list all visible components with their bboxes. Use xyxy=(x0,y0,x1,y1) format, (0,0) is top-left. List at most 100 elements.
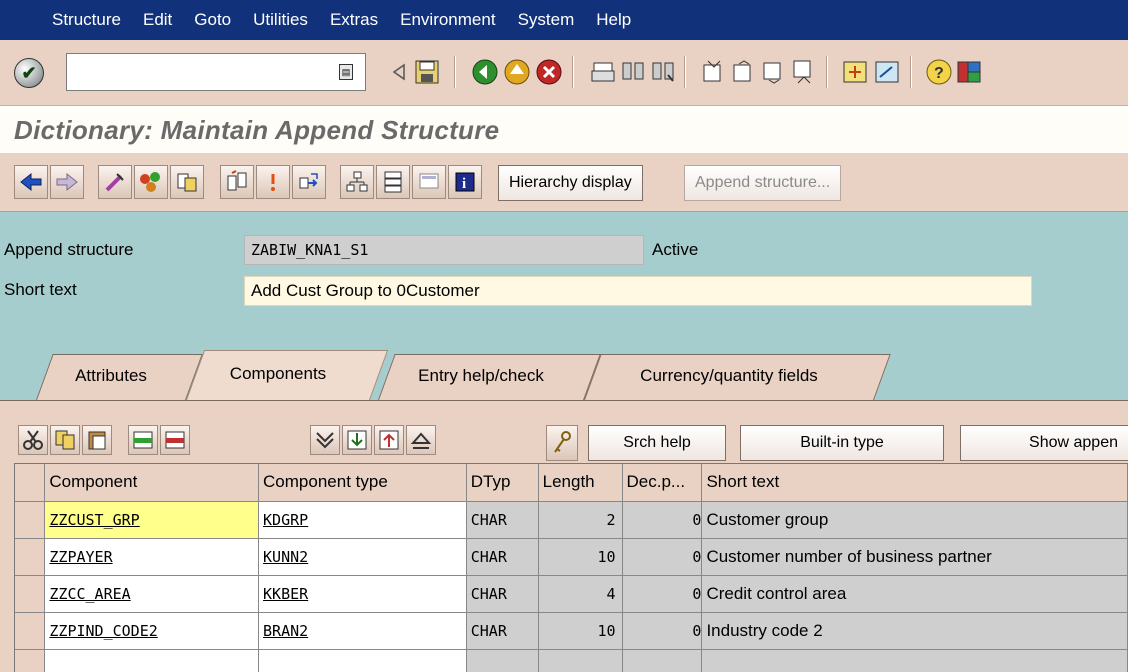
show-append-button[interactable]: Show appen xyxy=(960,425,1128,461)
hierarchy-display-button[interactable]: Hierarchy display xyxy=(498,165,643,201)
tab-attributes[interactable]: Attributes xyxy=(36,354,203,400)
length-cell: 10 xyxy=(538,612,623,650)
other-object-icon[interactable] xyxy=(170,165,204,199)
component-cell[interactable] xyxy=(44,649,260,672)
length-cell: 4 xyxy=(538,575,623,613)
append-structure-button[interactable]: Append structure... xyxy=(684,165,842,201)
forward-arrow-icon[interactable] xyxy=(50,165,84,199)
builtin-type-button[interactable]: Built-in type xyxy=(740,425,944,461)
collapse-down-icon[interactable] xyxy=(310,425,340,455)
enter-checkmark-icon[interactable]: ✔ xyxy=(14,58,44,88)
info-icon[interactable]: i xyxy=(448,165,482,199)
tab-body-components: Srch help Built-in type Show appen Compo… xyxy=(0,400,1128,672)
component-type-cell[interactable] xyxy=(258,649,467,672)
move-down-icon[interactable] xyxy=(342,425,372,455)
key-icon[interactable] xyxy=(546,425,578,461)
command-input[interactable] xyxy=(67,54,327,90)
component-type-cell[interactable]: KDGRP xyxy=(258,501,467,539)
title-bar: Dictionary: Maintain Append Structure xyxy=(0,106,1128,152)
cut-icon[interactable] xyxy=(18,425,48,455)
screen-icon[interactable] xyxy=(412,165,446,199)
command-field[interactable]: ▤ xyxy=(66,53,366,91)
find-icon[interactable] xyxy=(618,56,648,88)
row-selector[interactable] xyxy=(15,612,46,650)
shortcut-icon[interactable] xyxy=(872,56,902,88)
save-icon[interactable] xyxy=(412,56,442,88)
navigation-icon[interactable] xyxy=(292,165,326,199)
component-cell[interactable]: ZZPAYER xyxy=(44,538,260,576)
insert-row-icon[interactable] xyxy=(128,425,158,455)
display-change-icon[interactable] xyxy=(98,165,132,199)
table-header-row: Component Component type DTyp Length Dec… xyxy=(15,464,1128,502)
menu-goto[interactable]: Goto xyxy=(194,10,231,30)
short-text-field[interactable]: Add Cust Group to 0Customer xyxy=(244,276,1032,306)
menu-extras[interactable]: Extras xyxy=(330,10,378,30)
info-light-icon[interactable] xyxy=(256,165,290,199)
column-header-short-text[interactable]: Short text xyxy=(701,464,1128,502)
menu-structure[interactable]: Structure xyxy=(52,10,121,30)
append-structure-field[interactable]: ZABIW_KNA1_S1 xyxy=(244,235,644,265)
hierarchy-tree-icon[interactable] xyxy=(340,165,374,199)
row-selector[interactable] xyxy=(15,501,46,539)
layout-menu-icon[interactable] xyxy=(954,56,984,88)
find-next-icon[interactable] xyxy=(648,56,678,88)
move-up-icon[interactable] xyxy=(374,425,404,455)
column-header-component-type[interactable]: Component type xyxy=(258,464,467,502)
column-header-dec-places[interactable]: Dec.p... xyxy=(622,464,703,502)
menu-environment[interactable]: Environment xyxy=(400,10,495,30)
column-header-dtyp[interactable]: DTyp xyxy=(466,464,539,502)
menu-help[interactable]: Help xyxy=(596,10,631,30)
paste-icon[interactable] xyxy=(82,425,112,455)
row-selector[interactable] xyxy=(15,538,46,576)
component-type-cell[interactable]: KUNN2 xyxy=(258,538,467,576)
column-header-length[interactable]: Length xyxy=(538,464,623,502)
column-header-component[interactable]: Component xyxy=(44,464,260,502)
back-green-icon[interactable] xyxy=(470,56,500,88)
dec-places-cell: 0 xyxy=(622,575,703,613)
tab-entry-help-check[interactable]: Entry help/check xyxy=(378,354,601,400)
help-icon[interactable]: ? xyxy=(924,56,954,88)
table-row: ZZPIND_CODE2 BRAN2 CHAR 10 0 Industry co… xyxy=(15,612,1128,650)
activate-icon[interactable] xyxy=(134,165,168,199)
previous-page-icon[interactable] xyxy=(728,56,758,88)
component-cell[interactable]: ZZPIND_CODE2 xyxy=(44,612,260,650)
table-row: ZZCUST_GRP KDGRP CHAR 2 0 Customer group xyxy=(15,501,1128,539)
component-cell[interactable]: ZZCC_AREA xyxy=(44,575,260,613)
last-page-icon[interactable] xyxy=(788,56,818,88)
component-type-cell[interactable]: KKBER xyxy=(258,575,467,613)
component-type-cell[interactable]: BRAN2 xyxy=(258,612,467,650)
menu-edit[interactable]: Edit xyxy=(143,10,172,30)
where-used-icon[interactable] xyxy=(220,165,254,199)
tab-currency-quantity-fields[interactable]: Currency/quantity fields xyxy=(584,354,891,400)
command-history-icon[interactable]: ▤ xyxy=(339,64,353,80)
select-all-cell[interactable] xyxy=(15,464,46,502)
component-cell[interactable]: ZZCUST_GRP xyxy=(44,501,260,539)
exit-yellow-icon[interactable] xyxy=(502,56,532,88)
dtyp-cell: CHAR xyxy=(466,538,539,576)
back-arrow-small-icon[interactable] xyxy=(384,56,414,88)
short-text-cell: Customer group xyxy=(701,501,1128,539)
back-arrow-icon[interactable] xyxy=(14,165,48,199)
menu-utilities[interactable]: Utilities xyxy=(253,10,308,30)
dtyp-cell xyxy=(466,649,539,672)
cancel-red-icon[interactable] xyxy=(534,56,564,88)
first-page-icon[interactable] xyxy=(698,56,728,88)
tab-strip: Attributes Currency/quantity fields Entr… xyxy=(0,348,1128,400)
system-toolbar: ✔ ▤ ? xyxy=(0,40,1128,106)
row-selector[interactable] xyxy=(15,575,46,613)
new-session-icon[interactable] xyxy=(840,56,870,88)
row-selector[interactable] xyxy=(15,649,46,672)
dec-places-cell: 0 xyxy=(622,501,703,539)
print-icon[interactable] xyxy=(588,56,618,88)
short-text-label: Short text xyxy=(4,280,77,299)
delete-row-icon[interactable] xyxy=(160,425,190,455)
expand-up-icon[interactable] xyxy=(406,425,436,455)
next-page-icon[interactable] xyxy=(758,56,788,88)
copy-icon[interactable] xyxy=(50,425,80,455)
dtyp-cell: CHAR xyxy=(466,575,539,613)
menu-system[interactable]: System xyxy=(518,10,575,30)
table-row: ZZCC_AREA KKBER CHAR 4 0 Credit control … xyxy=(15,575,1128,613)
tab-components[interactable]: Components xyxy=(186,350,389,400)
layout-stack-icon[interactable] xyxy=(376,165,410,199)
search-help-button[interactable]: Srch help xyxy=(588,425,726,461)
